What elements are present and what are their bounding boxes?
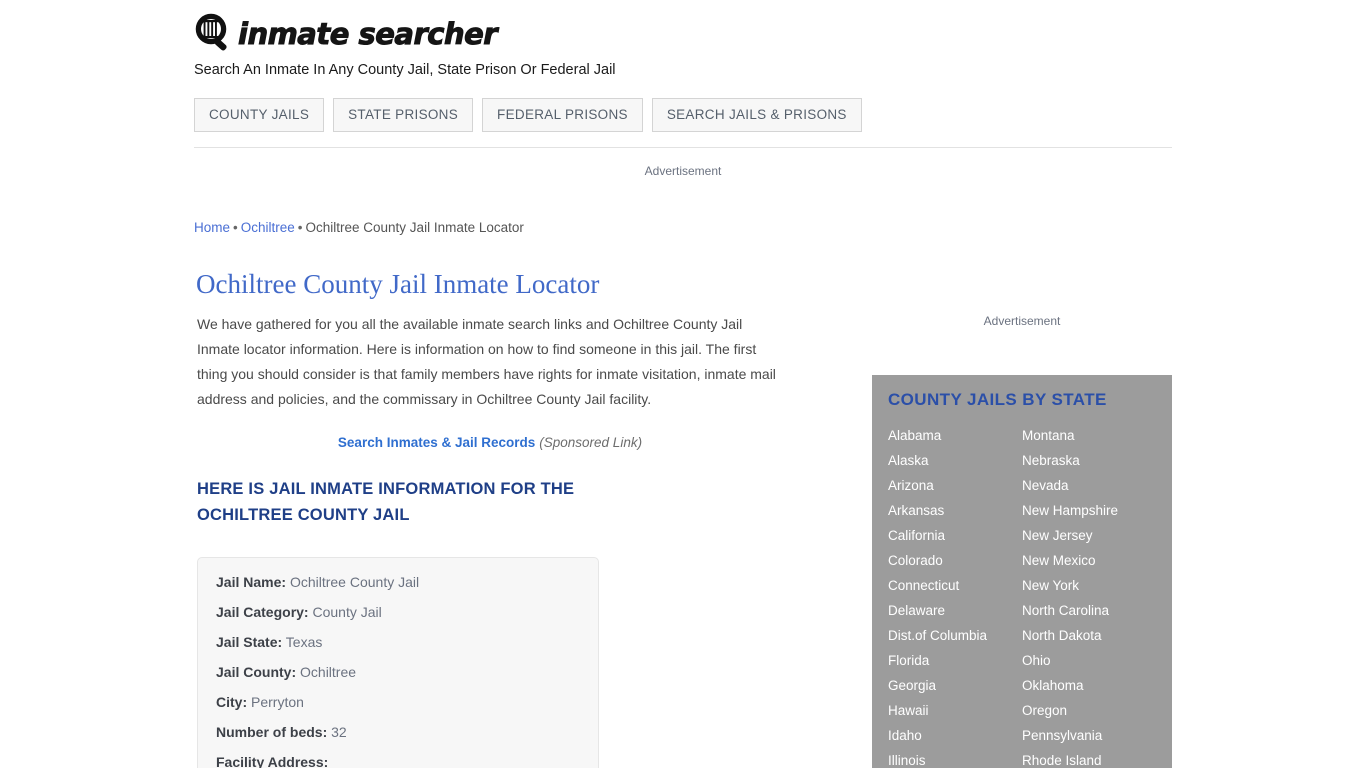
state-link-arkansas[interactable]: Arkansas <box>888 498 1022 523</box>
state-columns: Alabama Alaska Arizona Arkansas Californ… <box>888 423 1156 768</box>
state-link-new-jersey[interactable]: New Jersey <box>1022 523 1156 548</box>
sponsored-link-row: Search Inmates & Jail Records (Sponsored … <box>197 434 783 452</box>
nav-county-jails[interactable]: COUNTY JAILS <box>194 98 325 132</box>
state-link-nebraska[interactable]: Nebraska <box>1022 448 1156 473</box>
magnifier-prison-bars-icon <box>194 13 236 55</box>
breadcrumb-separator-2: • <box>297 220 303 235</box>
state-column-right: Montana Nebraska Nevada New Hampshire Ne… <box>1022 423 1156 768</box>
header-divider <box>194 147 1172 148</box>
jail-info-value-name: Ochiltree County Jail <box>289 574 420 590</box>
site-logo-text: inmate searcher <box>237 17 498 52</box>
breadcrumb-separator: • <box>233 220 238 235</box>
state-link-delaware[interactable]: Delaware <box>888 598 1022 623</box>
state-link-alabama[interactable]: Alabama <box>888 423 1022 448</box>
state-link-north-carolina[interactable]: North Carolina <box>1022 598 1156 623</box>
state-link-georgia[interactable]: Georgia <box>888 673 1022 698</box>
sponsored-search-link[interactable]: Search Inmates & Jail Records <box>338 435 535 450</box>
state-link-oregon[interactable]: Oregon <box>1022 698 1156 723</box>
jail-info-label-county: Jail County: <box>216 664 297 680</box>
state-link-hawaii[interactable]: Hawaii <box>888 698 1022 723</box>
page-title: Ochiltree County Jail Inmate Locator <box>196 269 600 299</box>
site-tagline: Search An Inmate In Any County Jail, Sta… <box>194 62 616 78</box>
jail-info-row-category: Jail Category: County Jail <box>216 604 580 620</box>
jail-info-value-state: Texas <box>285 634 323 650</box>
nav-federal-prisons[interactable]: FEDERAL PRISONS <box>482 98 643 132</box>
section-heading: HERE IS JAIL INMATE INFORMATION FOR THE … <box>197 480 575 524</box>
state-link-pennsylvania[interactable]: Pennsylvania <box>1022 723 1156 748</box>
nav-search-jails-prisons[interactable]: SEARCH JAILS & PRISONS <box>651 98 862 132</box>
jail-info-row-state: Jail State: Texas <box>216 634 580 650</box>
breadcrumb-current: Ochiltree County Jail Inmate Locator <box>305 220 524 235</box>
state-link-alaska[interactable]: Alaska <box>888 448 1022 473</box>
state-link-new-mexico[interactable]: New Mexico <box>1022 548 1156 573</box>
jail-info-box: Jail Name: Ochiltree County Jail Jail Ca… <box>197 557 599 768</box>
jail-info-row-county: Jail County: Ochiltree <box>216 664 580 680</box>
state-link-new-york[interactable]: New York <box>1022 573 1156 598</box>
sidebar-panel-title: COUNTY JAILS BY STATE <box>888 390 1107 409</box>
jail-info-value-city: Perryton <box>251 694 304 710</box>
state-link-oklahoma[interactable]: Oklahoma <box>1022 673 1156 698</box>
jail-info-row-name: Jail Name: Ochiltree County Jail <box>216 574 580 590</box>
state-link-dist-of-columbia[interactable]: Dist.of Columbia <box>888 623 1022 648</box>
state-link-rhode-island[interactable]: Rhode Island <box>1022 748 1156 768</box>
state-link-california[interactable]: California <box>888 523 1022 548</box>
jail-info-label-city: City: <box>216 694 248 710</box>
jail-info-label-beds: Number of beds: <box>216 724 328 740</box>
sponsored-link-note: (Sponsored Link) <box>539 435 643 450</box>
sidebar-advertisement-label: Advertisement <box>983 314 1061 328</box>
jail-info-row-address: Facility Address: <box>216 754 580 768</box>
state-link-nevada[interactable]: Nevada <box>1022 473 1156 498</box>
jail-info-label-address: Facility Address: <box>216 754 329 768</box>
state-link-idaho[interactable]: Idaho <box>888 723 1022 748</box>
county-jails-by-state-panel: COUNTY JAILS BY STATE Alabama Alaska Ari… <box>872 375 1172 768</box>
state-link-ohio[interactable]: Ohio <box>1022 648 1156 673</box>
site-logo[interactable]: inmate searcher <box>194 12 1172 56</box>
jail-info-label-state: Jail State: <box>216 634 283 650</box>
state-link-montana[interactable]: Montana <box>1022 423 1156 448</box>
state-link-arizona[interactable]: Arizona <box>888 473 1022 498</box>
intro-paragraph: We have gathered for you all the availab… <box>197 316 776 407</box>
jail-info-row-city: City: Perryton <box>216 694 580 710</box>
page-root: inmate searcher Search An Inmate In Any … <box>0 0 1366 768</box>
state-link-florida[interactable]: Florida <box>888 648 1022 673</box>
state-link-illinois[interactable]: Illinois <box>888 748 1022 768</box>
state-column-left: Alabama Alaska Arizona Arkansas Californ… <box>888 423 1022 768</box>
main-navigation: COUNTY JAILS STATE PRISONS FEDERAL PRISO… <box>194 98 862 132</box>
jail-info-row-beds: Number of beds: 32 <box>216 724 580 740</box>
site-header: inmate searcher Search An Inmate In Any … <box>194 12 1172 79</box>
nav-state-prisons[interactable]: STATE PRISONS <box>333 98 474 132</box>
jail-info-value-category: County Jail <box>312 604 382 620</box>
state-link-colorado[interactable]: Colorado <box>888 548 1022 573</box>
jail-info-value-beds: 32 <box>331 724 347 740</box>
jail-info-label-category: Jail Category: <box>216 604 309 620</box>
jail-info-label-name: Jail Name: <box>216 574 287 590</box>
breadcrumb-county-link[interactable]: Ochiltree <box>241 220 295 235</box>
state-link-north-dakota[interactable]: North Dakota <box>1022 623 1156 648</box>
state-link-new-hampshire[interactable]: New Hampshire <box>1022 498 1156 523</box>
top-advertisement-label: Advertisement <box>644 164 722 178</box>
jail-info-value-county: Ochiltree <box>300 664 357 680</box>
state-link-connecticut[interactable]: Connecticut <box>888 573 1022 598</box>
breadcrumb-home-link[interactable]: Home <box>194 220 230 235</box>
breadcrumb: Home • Ochiltree • Ochiltree County Jail Inm… <box>194 219 524 236</box>
